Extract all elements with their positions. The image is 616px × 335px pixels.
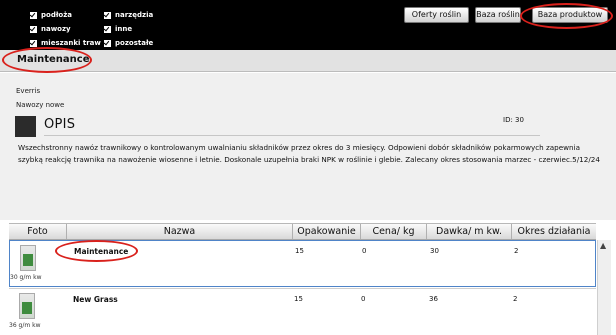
col-okres[interactable]: Okres działania [512, 224, 596, 239]
table-row[interactable]: 36 g/m kw New Grass 15 0 36 2 [9, 288, 596, 335]
cell-dawka: 36 [429, 295, 438, 303]
col-nazwa[interactable]: Nazwa [67, 224, 293, 239]
col-opakowanie[interactable]: Opakowanie [293, 224, 361, 239]
table-scrollbar[interactable]: ▲ [597, 240, 611, 335]
product-table: 30 g/m kw Maintenance 15 0 30 2 36 g/m k… [9, 240, 596, 335]
cell-cena: 0 [361, 295, 366, 303]
scroll-up-arrow-icon[interactable]: ▲ [600, 241, 606, 250]
baza-roslin-button[interactable]: Baza roślin [475, 7, 521, 23]
dose-caption: 36 g/m kw [9, 322, 41, 329]
product-name: Maintenance [74, 247, 129, 256]
divider [44, 135, 540, 136]
top-toolbar: podłoża narzędzia nawozy inne mieszanki … [0, 0, 616, 50]
brand-name: Everris [16, 87, 41, 95]
checkbox-icon[interactable] [30, 25, 37, 33]
checkbox-icon[interactable] [104, 11, 111, 19]
opis-heading: OPIS [44, 117, 76, 132]
cell-dawka: 30 [430, 247, 439, 255]
filter-mieszanki-traw[interactable]: mieszanki traw [30, 37, 104, 49]
product-category: Nawozy nowe [16, 101, 65, 109]
product-details: Everris Nawozy nowe OPIS ID: 30 Wszechst… [0, 73, 616, 220]
col-dawka[interactable]: Dawka/ m kw. [427, 224, 512, 239]
product-thumbnail [15, 116, 36, 137]
table-row[interactable]: 30 g/m kw Maintenance 15 0 30 2 [9, 240, 596, 287]
cell-opakowanie: 15 [294, 295, 303, 303]
col-cena[interactable]: Cena/ kg [361, 224, 427, 239]
product-photo [20, 245, 36, 271]
oferty-roslin-button[interactable]: Oferty roślin [404, 7, 469, 23]
cell-okres: 2 [513, 295, 518, 303]
product-id: ID: 30 [503, 116, 524, 124]
baza-produktow-button[interactable]: Baza produktow [532, 7, 608, 23]
cell-okres: 2 [514, 247, 519, 255]
product-name: New Grass [73, 295, 118, 304]
table-header: Foto Nazwa Opakowanie Cena/ kg Dawka/ m … [9, 223, 596, 240]
page-title: Maintenance [17, 54, 90, 65]
dose-caption: 30 g/m kw [10, 274, 42, 281]
filter-podloza[interactable]: podłoża [30, 9, 104, 21]
checkbox-icon[interactable] [30, 39, 37, 47]
title-bar: Maintenance [0, 47, 616, 73]
filter-nawozy[interactable]: nawozy [30, 23, 104, 35]
filter-inne[interactable]: inne [104, 23, 194, 35]
product-description: Wszechstronny nawóz trawnikowy o kontrol… [18, 143, 600, 164]
cell-cena: 0 [362, 247, 367, 255]
checkbox-icon[interactable] [30, 11, 37, 19]
filter-pozostale[interactable]: pozostałe [104, 37, 194, 49]
product-photo [19, 293, 35, 319]
checkbox-icon[interactable] [104, 25, 111, 33]
filter-narzedzia[interactable]: narzędzia [104, 9, 194, 21]
category-filters: podłoża narzędzia nawozy inne mieszanki … [30, 9, 194, 49]
col-foto[interactable]: Foto [9, 224, 67, 239]
cell-opakowanie: 15 [295, 247, 304, 255]
checkbox-icon[interactable] [104, 39, 111, 47]
